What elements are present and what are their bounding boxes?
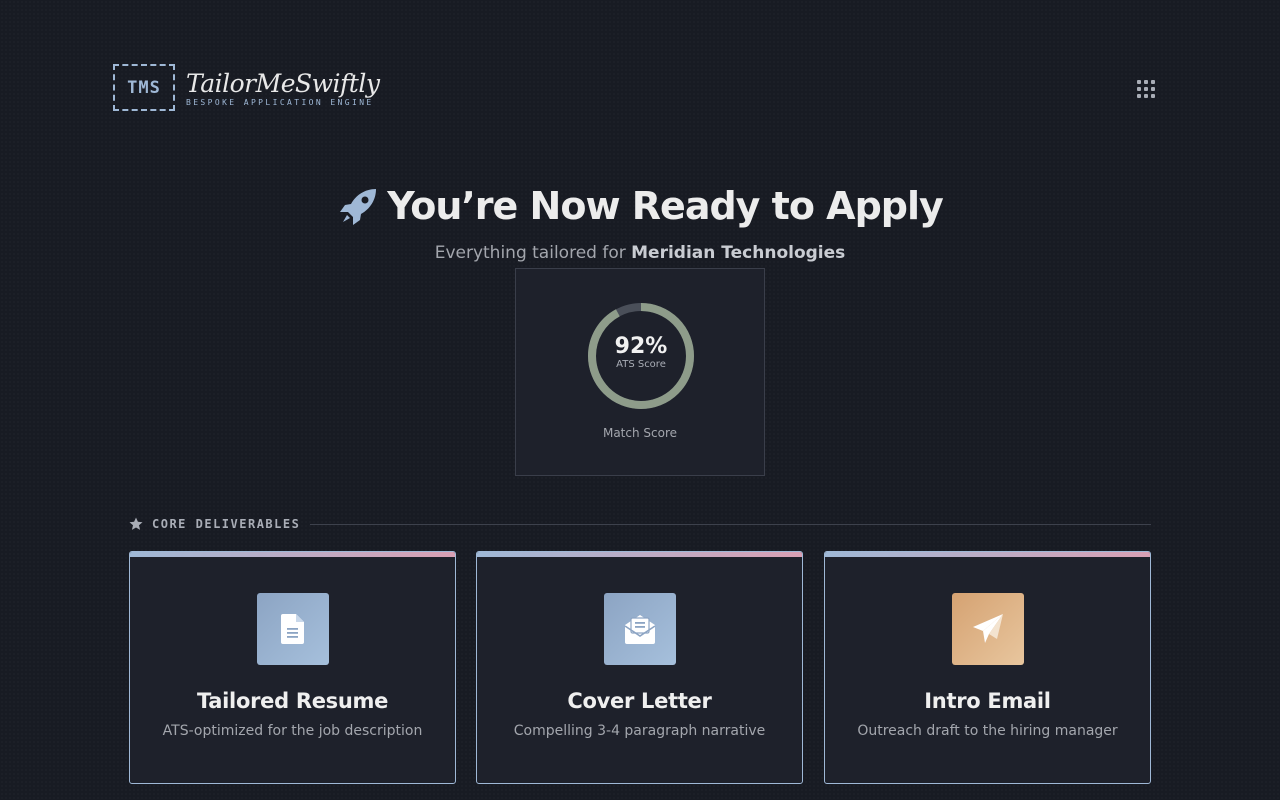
paper-plane-icon bbox=[972, 614, 1003, 643]
card-icon-tile bbox=[256, 593, 329, 665]
grid-icon bbox=[1137, 80, 1141, 84]
section-title: CORE DELIVERABLES bbox=[152, 517, 301, 531]
hero-subtitle: Everything tailored for Meridian Technol… bbox=[0, 243, 1280, 263]
card-accent-bar bbox=[825, 552, 1150, 557]
grid-icon bbox=[1144, 87, 1148, 91]
score-sub-label: ATS Score bbox=[616, 359, 666, 370]
deliverable-card-resume[interactable]: Tailored Resume ATS-optimized for the jo… bbox=[129, 551, 456, 784]
grid-icon bbox=[1144, 80, 1148, 84]
grid-icon bbox=[1151, 80, 1155, 84]
score-readout: 92% ATS Score bbox=[586, 301, 696, 411]
app-name: TailorMeSwiftly bbox=[186, 69, 380, 98]
card-icon-tile bbox=[603, 593, 676, 665]
apps-menu-button[interactable] bbox=[1137, 80, 1155, 98]
grid-icon bbox=[1144, 94, 1148, 98]
card-title: Tailored Resume bbox=[196, 689, 389, 713]
grid-icon bbox=[1151, 94, 1155, 98]
section-header: CORE DELIVERABLES bbox=[129, 517, 1151, 531]
star-icon bbox=[129, 517, 143, 530]
app-logo[interactable]: TMS TailorMeSwiftly BESPOKE APPLICATION … bbox=[113, 64, 380, 111]
logo-text-group: TailorMeSwiftly BESPOKE APPLICATION ENGI… bbox=[186, 69, 380, 108]
rocket-icon bbox=[340, 189, 377, 225]
subtitle-prefix: Everything tailored for bbox=[434, 243, 626, 263]
page-title: You’re Now Ready to Apply bbox=[387, 184, 944, 228]
logo-mark: TMS bbox=[113, 64, 175, 111]
grid-icon bbox=[1137, 87, 1141, 91]
hero-heading: You’re Now Ready to Apply bbox=[0, 184, 1280, 228]
match-score-card: 92% ATS Score Match Score bbox=[515, 268, 765, 476]
card-description: Outreach draft to the hiring manager bbox=[857, 723, 1118, 739]
company-name: Meridian Technologies bbox=[631, 243, 846, 263]
card-accent-bar bbox=[130, 552, 455, 557]
card-icon-tile bbox=[951, 593, 1024, 665]
deliverable-card-intro-email[interactable]: Intro Email Outreach draft to the hiring… bbox=[824, 551, 1151, 784]
score-value: 92% bbox=[614, 334, 668, 359]
deliverable-card-cover-letter[interactable]: Cover Letter Compelling 3-4 paragraph na… bbox=[476, 551, 803, 784]
card-title: Intro Email bbox=[924, 689, 1051, 713]
card-title: Cover Letter bbox=[567, 689, 712, 713]
grid-icon bbox=[1137, 94, 1141, 98]
card-description: ATS-optimized for the job description bbox=[162, 723, 423, 739]
card-accent-bar bbox=[477, 552, 802, 557]
app-tagline: BESPOKE APPLICATION ENGINE bbox=[186, 98, 374, 107]
envelope-open-icon bbox=[624, 615, 655, 644]
document-icon bbox=[280, 614, 304, 644]
grid-icon bbox=[1151, 87, 1155, 91]
card-description: Compelling 3-4 paragraph narrative bbox=[513, 723, 766, 739]
score-caption: Match Score bbox=[602, 426, 678, 440]
section-divider bbox=[310, 523, 1151, 525]
